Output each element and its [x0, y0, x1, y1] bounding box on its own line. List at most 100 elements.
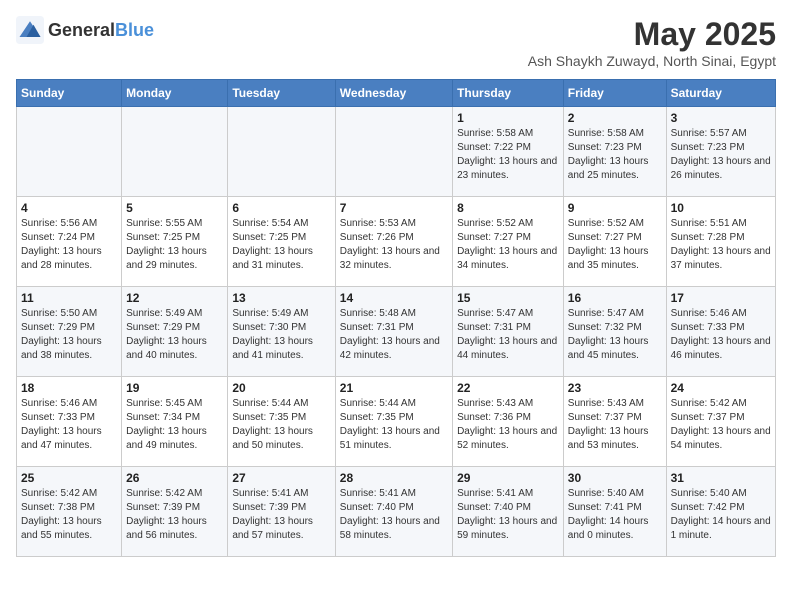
- day-number: 15: [457, 291, 559, 305]
- day-number: 2: [568, 111, 662, 125]
- title-block: May 2025 Ash Shaykh Zuwayd, North Sinai,…: [528, 16, 776, 69]
- calendar-cell: 25 Sunrise: 5:42 AM Sunset: 7:38 PM Dayli…: [17, 467, 122, 557]
- day-detail: Sunrise: 5:41 AM Sunset: 7:40 PM Dayligh…: [457, 487, 559, 543]
- logo-general: General: [48, 20, 115, 40]
- calendar-cell: 7 Sunrise: 5:53 AM Sunset: 7:26 PM Daylig…: [335, 197, 452, 287]
- day-number: 22: [457, 381, 559, 395]
- calendar-cell: 12Sunrise: 5:49 AM Sunset: 7:29 PM Dayli…: [122, 287, 228, 377]
- calendar-cell: 10 Sunrise: 5:51 AM Sunset: 7:28 PM Dayli…: [666, 197, 775, 287]
- day-number: 1: [457, 111, 559, 125]
- day-detail: Sunrise: 5:57 AM Sunset: 7:23 PM Dayligh…: [671, 127, 771, 183]
- day-detail: Sunrise: 5:49 AM Sunset: 7:30 PM Dayligh…: [232, 307, 330, 363]
- day-detail: Sunrise: 5:51 AM Sunset: 7:28 PM Dayligh…: [671, 217, 771, 273]
- calendar-cell: 13 Sunrise: 5:49 AM Sunset: 7:30 PM Dayli…: [228, 287, 335, 377]
- day-number: 7: [340, 201, 448, 215]
- day-number: 28: [340, 471, 448, 485]
- day-number: 21: [340, 381, 448, 395]
- calendar-cell: 14Sunrise: 5:48 AM Sunset: 7:31 PM Dayli…: [335, 287, 452, 377]
- day-detail: Sunrise: 5:42 AM Sunset: 7:38 PM Dayligh…: [21, 487, 117, 543]
- day-detail: Sunrise: 5:40 AM Sunset: 7:41 PM Dayligh…: [568, 487, 662, 543]
- calendar-cell: 3Sunrise: 5:57 AM Sunset: 7:23 PM Daylig…: [666, 107, 775, 197]
- calendar-cell: 1 Sunrise: 5:58 AM Sunset: 7:22 PM Daylig…: [453, 107, 564, 197]
- logo-text: GeneralBlue: [48, 20, 154, 41]
- day-number: 13: [232, 291, 330, 305]
- day-number: 19: [126, 381, 223, 395]
- day-number: 12: [126, 291, 223, 305]
- calendar-header: Sunday Monday Tuesday Wednesday Thursday…: [17, 80, 776, 107]
- day-detail: Sunrise: 5:40 AM Sunset: 7:42 PM Dayligh…: [671, 487, 771, 543]
- calendar-cell: 19 Sunrise: 5:45 AM Sunset: 7:34 PM Dayli…: [122, 377, 228, 467]
- day-detail: Sunrise: 5:41 AM Sunset: 7:40 PM Dayligh…: [340, 487, 448, 543]
- day-number: 24: [671, 381, 771, 395]
- logo: GeneralBlue: [16, 16, 154, 44]
- day-detail: Sunrise: 5:45 AM Sunset: 7:34 PM Dayligh…: [126, 397, 223, 453]
- day-detail: Sunrise: 5:44 AM Sunset: 7:35 PM Dayligh…: [232, 397, 330, 453]
- calendar-week-2: 4Sunrise: 5:56 AM Sunset: 7:24 PM Daylig…: [17, 197, 776, 287]
- day-detail: Sunrise: 5:47 AM Sunset: 7:31 PM Dayligh…: [457, 307, 559, 363]
- day-number: 26: [126, 471, 223, 485]
- calendar-cell: 23 Sunrise: 5:43 AM Sunset: 7:37 PM Dayli…: [563, 377, 666, 467]
- day-detail: Sunrise: 5:58 AM Sunset: 7:23 PM Dayligh…: [568, 127, 662, 183]
- day-number: 5: [126, 201, 223, 215]
- calendar-cell: 21 Sunrise: 5:44 AM Sunset: 7:35 PM Dayli…: [335, 377, 452, 467]
- calendar-week-4: 18Sunrise: 5:46 AM Sunset: 7:33 PM Dayli…: [17, 377, 776, 467]
- col-saturday: Saturday: [666, 80, 775, 107]
- calendar-cell: [122, 107, 228, 197]
- calendar-cell: 18Sunrise: 5:46 AM Sunset: 7:33 PM Dayli…: [17, 377, 122, 467]
- day-number: 31: [671, 471, 771, 485]
- calendar-week-5: 25 Sunrise: 5:42 AM Sunset: 7:38 PM Dayli…: [17, 467, 776, 557]
- col-monday: Monday: [122, 80, 228, 107]
- day-detail: Sunrise: 5:43 AM Sunset: 7:36 PM Dayligh…: [457, 397, 559, 453]
- calendar-cell: 28 Sunrise: 5:41 AM Sunset: 7:40 PM Dayli…: [335, 467, 452, 557]
- calendar-cell: 22 Sunrise: 5:43 AM Sunset: 7:36 PM Dayli…: [453, 377, 564, 467]
- calendar-week-3: 11Sunrise: 5:50 AM Sunset: 7:29 PM Dayli…: [17, 287, 776, 377]
- day-number: 16: [568, 291, 662, 305]
- day-detail: Sunrise: 5:42 AM Sunset: 7:37 PM Dayligh…: [671, 397, 771, 453]
- calendar-cell: 11Sunrise: 5:50 AM Sunset: 7:29 PM Dayli…: [17, 287, 122, 377]
- calendar-cell: 15 Sunrise: 5:47 AM Sunset: 7:31 PM Dayli…: [453, 287, 564, 377]
- col-wednesday: Wednesday: [335, 80, 452, 107]
- day-detail: Sunrise: 5:58 AM Sunset: 7:22 PM Dayligh…: [457, 127, 559, 183]
- day-number: 17: [671, 291, 771, 305]
- calendar-cell: 17 Sunrise: 5:46 AM Sunset: 7:33 PM Dayli…: [666, 287, 775, 377]
- col-tuesday: Tuesday: [228, 80, 335, 107]
- col-thursday: Thursday: [453, 80, 564, 107]
- day-detail: Sunrise: 5:50 AM Sunset: 7:29 PM Dayligh…: [21, 307, 117, 363]
- calendar-cell: [335, 107, 452, 197]
- calendar-week-1: 1 Sunrise: 5:58 AM Sunset: 7:22 PM Daylig…: [17, 107, 776, 197]
- day-detail: Sunrise: 5:56 AM Sunset: 7:24 PM Dayligh…: [21, 217, 117, 273]
- calendar-cell: 24 Sunrise: 5:42 AM Sunset: 7:37 PM Dayli…: [666, 377, 775, 467]
- calendar-cell: 2 Sunrise: 5:58 AM Sunset: 7:23 PM Daylig…: [563, 107, 666, 197]
- calendar-cell: 4Sunrise: 5:56 AM Sunset: 7:24 PM Daylig…: [17, 197, 122, 287]
- calendar-subtitle: Ash Shaykh Zuwayd, North Sinai, Egypt: [528, 53, 776, 69]
- day-number: 10: [671, 201, 771, 215]
- day-detail: Sunrise: 5:52 AM Sunset: 7:27 PM Dayligh…: [568, 217, 662, 273]
- calendar-table: Sunday Monday Tuesday Wednesday Thursday…: [16, 79, 776, 557]
- calendar-cell: 9Sunrise: 5:52 AM Sunset: 7:27 PM Daylig…: [563, 197, 666, 287]
- day-detail: Sunrise: 5:53 AM Sunset: 7:26 PM Dayligh…: [340, 217, 448, 273]
- day-detail: Sunrise: 5:55 AM Sunset: 7:25 PM Dayligh…: [126, 217, 223, 273]
- day-number: 20: [232, 381, 330, 395]
- calendar-cell: 27Sunrise: 5:41 AM Sunset: 7:39 PM Dayli…: [228, 467, 335, 557]
- calendar-cell: 6 Sunrise: 5:54 AM Sunset: 7:25 PM Daylig…: [228, 197, 335, 287]
- day-number: 30: [568, 471, 662, 485]
- day-detail: Sunrise: 5:43 AM Sunset: 7:37 PM Dayligh…: [568, 397, 662, 453]
- day-number: 8: [457, 201, 559, 215]
- day-number: 6: [232, 201, 330, 215]
- day-detail: Sunrise: 5:46 AM Sunset: 7:33 PM Dayligh…: [671, 307, 771, 363]
- day-detail: Sunrise: 5:44 AM Sunset: 7:35 PM Dayligh…: [340, 397, 448, 453]
- day-number: 23: [568, 381, 662, 395]
- day-detail: Sunrise: 5:46 AM Sunset: 7:33 PM Dayligh…: [21, 397, 117, 453]
- day-detail: Sunrise: 5:47 AM Sunset: 7:32 PM Dayligh…: [568, 307, 662, 363]
- calendar-cell: 29Sunrise: 5:41 AM Sunset: 7:40 PM Dayli…: [453, 467, 564, 557]
- col-sunday: Sunday: [17, 80, 122, 107]
- logo-blue: Blue: [115, 20, 154, 40]
- day-number: 25: [21, 471, 117, 485]
- day-detail: Sunrise: 5:52 AM Sunset: 7:27 PM Dayligh…: [457, 217, 559, 273]
- col-friday: Friday: [563, 80, 666, 107]
- calendar-cell: [228, 107, 335, 197]
- day-detail: Sunrise: 5:54 AM Sunset: 7:25 PM Dayligh…: [232, 217, 330, 273]
- calendar-cell: 8 Sunrise: 5:52 AM Sunset: 7:27 PM Daylig…: [453, 197, 564, 287]
- day-number: 14: [340, 291, 448, 305]
- calendar-body: 1 Sunrise: 5:58 AM Sunset: 7:22 PM Daylig…: [17, 107, 776, 557]
